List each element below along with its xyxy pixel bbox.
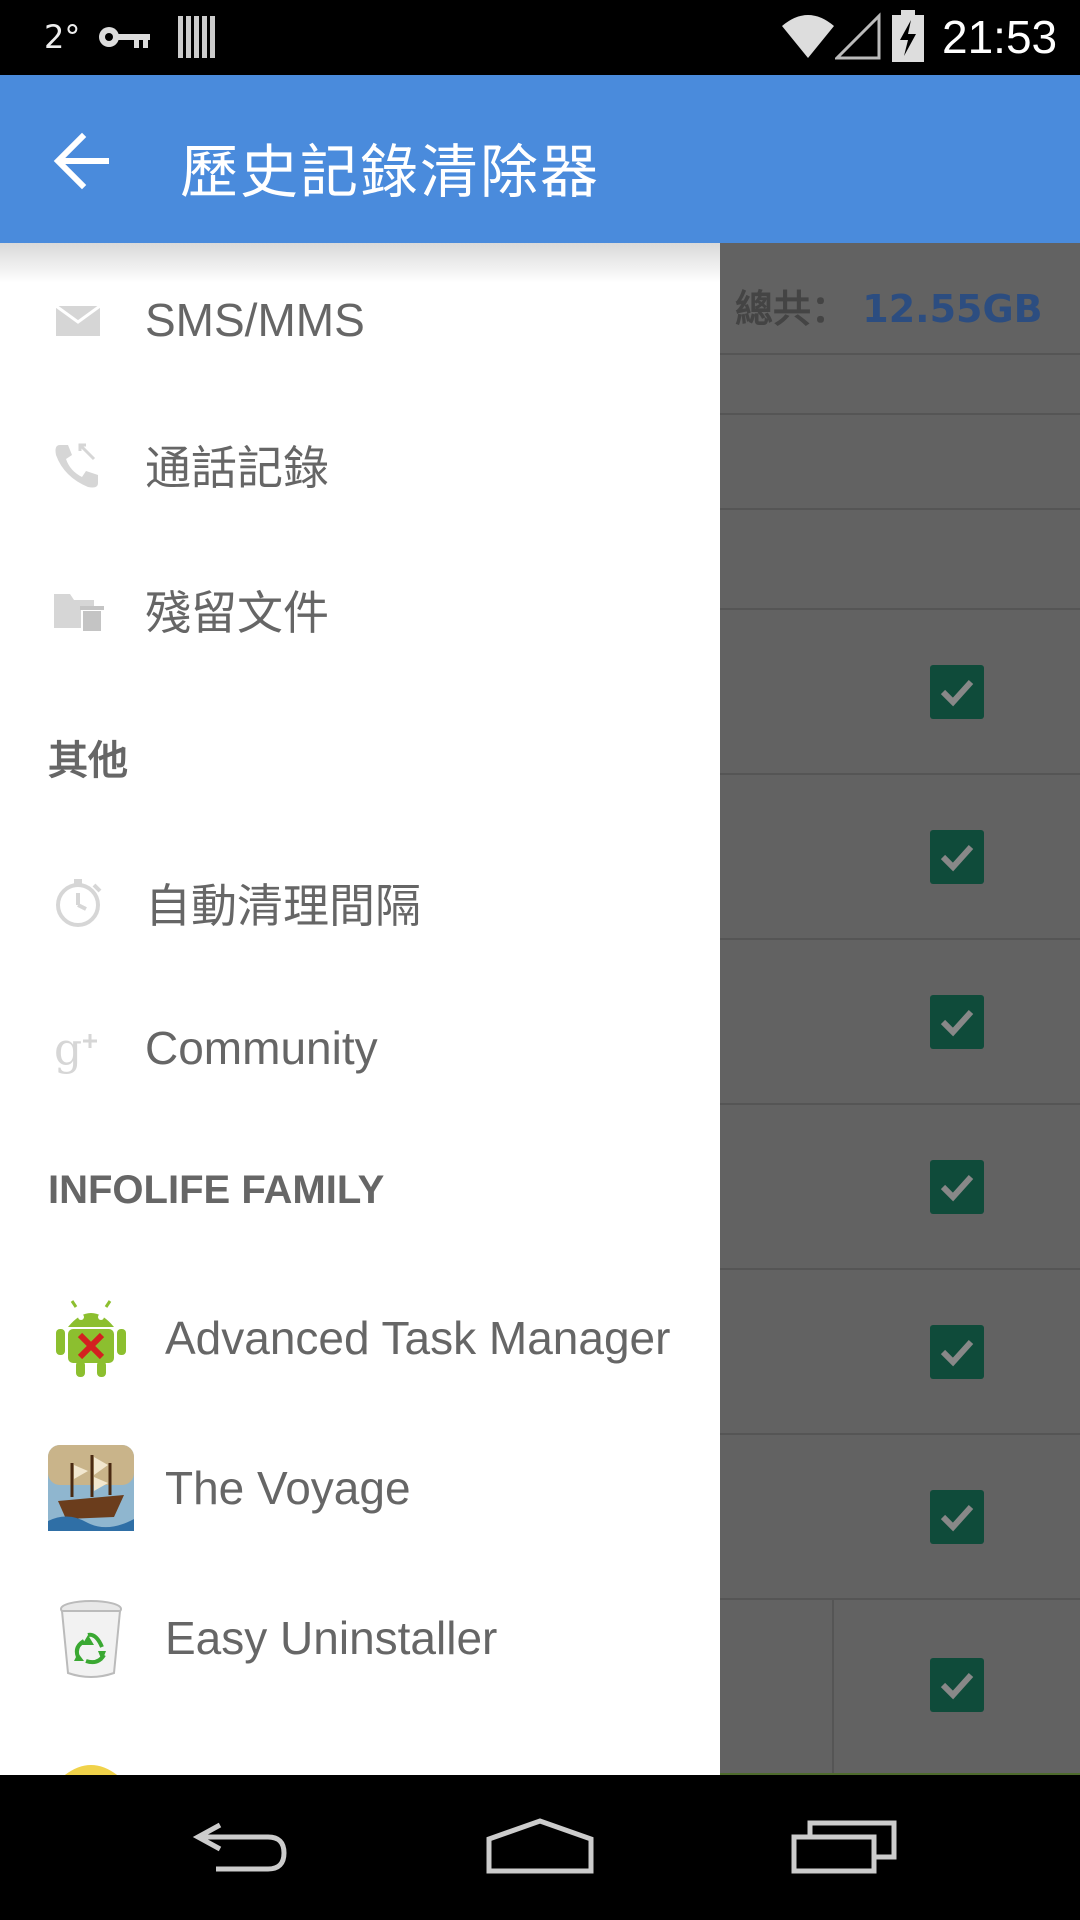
mail-icon: [50, 292, 106, 348]
family-app-label: Easy Uninstaller: [165, 1612, 498, 1664]
timer-icon: [50, 875, 106, 931]
family-app-label: Advanced Task Manager: [165, 1312, 671, 1364]
nav-back-icon[interactable]: [190, 1815, 290, 1879]
divider: [720, 608, 1080, 610]
checkbox-checked[interactable]: [930, 1325, 984, 1379]
signal-icon: [833, 12, 881, 64]
divider: [720, 773, 1080, 775]
navigation-drawer: SMS/MMS 通話記錄 殘留文件 其他 自動清理間隔 g Community …: [0, 243, 720, 1775]
section-header-other: 其他: [48, 739, 128, 783]
drawer-item-label: 通話記錄: [145, 442, 329, 494]
drawer-item-residual-files[interactable]: 殘留文件: [0, 540, 720, 680]
temperature-text: 2°: [44, 18, 81, 56]
battery-charging-icon: [892, 10, 924, 66]
family-app-the-voyage[interactable]: The Voyage: [0, 1413, 720, 1563]
app-bar: 歷史記錄清除器: [0, 75, 1080, 243]
call-log-icon: [50, 437, 106, 493]
family-app-easy-uninstaller[interactable]: Easy Uninstaller: [0, 1563, 720, 1713]
back-arrow-icon[interactable]: [48, 125, 120, 197]
family-app-partial[interactable]: [0, 1713, 720, 1775]
drawer-item-label: SMS/MMS: [145, 294, 365, 346]
total-size-label: 總共： 12.55GB: [735, 278, 1043, 333]
divider: [720, 353, 1080, 355]
drawer-item-label: 自動清理間隔: [145, 880, 421, 932]
ship-icon: [48, 1445, 134, 1531]
divider: [832, 1598, 834, 1778]
recycle-bin-icon: [48, 1595, 134, 1681]
section-header-infolife-family: INFOLIFE FAMILY: [48, 1168, 385, 1212]
checkbox-checked[interactable]: [930, 1490, 984, 1544]
weather-app-icon: [48, 1745, 134, 1775]
android-x-icon: [48, 1295, 134, 1381]
checkbox-checked[interactable]: [930, 1658, 984, 1712]
nav-recents-icon[interactable]: [790, 1815, 900, 1879]
key-icon: [98, 22, 152, 56]
svg-text:g: g: [54, 1024, 82, 1075]
google-plus-icon: g: [50, 1020, 106, 1076]
page-title: 歷史記錄清除器: [180, 138, 601, 206]
divider: [720, 1598, 1080, 1600]
family-app-label: The Voyage: [165, 1462, 411, 1514]
system-navigation-bar: [0, 1775, 1080, 1920]
checkbox-checked[interactable]: [930, 995, 984, 1049]
nav-home-icon[interactable]: [485, 1815, 595, 1879]
drawer-item-call-log[interactable]: 通話記錄: [0, 395, 720, 535]
divider: [720, 508, 1080, 510]
clock-text: 21:53: [942, 11, 1058, 63]
divider: [720, 1268, 1080, 1270]
drawer-item-sms-mms[interactable]: SMS/MMS: [0, 250, 720, 390]
checkbox-checked[interactable]: [930, 665, 984, 719]
folder-trash-icon: [50, 582, 106, 638]
divider: [720, 1103, 1080, 1105]
checkbox-checked[interactable]: [930, 1160, 984, 1214]
drawer-item-community[interactable]: g Community: [0, 978, 720, 1118]
drawer-item-label: 殘留文件: [145, 587, 329, 639]
status-bar: 2° 21:53: [0, 0, 1080, 75]
checkbox-checked[interactable]: [930, 830, 984, 884]
barcode-icon: [178, 14, 218, 64]
drawer-item-label: Community: [145, 1022, 378, 1074]
family-app-advanced-task-manager[interactable]: Advanced Task Manager: [0, 1263, 720, 1413]
divider: [720, 413, 1080, 415]
divider: [720, 938, 1080, 940]
divider: [720, 1433, 1080, 1435]
wifi-icon: [780, 10, 836, 64]
drawer-item-auto-clean-interval[interactable]: 自動清理間隔: [0, 833, 720, 973]
total-value: 12.55GB: [862, 287, 1043, 331]
total-label: 總共：: [735, 287, 850, 331]
